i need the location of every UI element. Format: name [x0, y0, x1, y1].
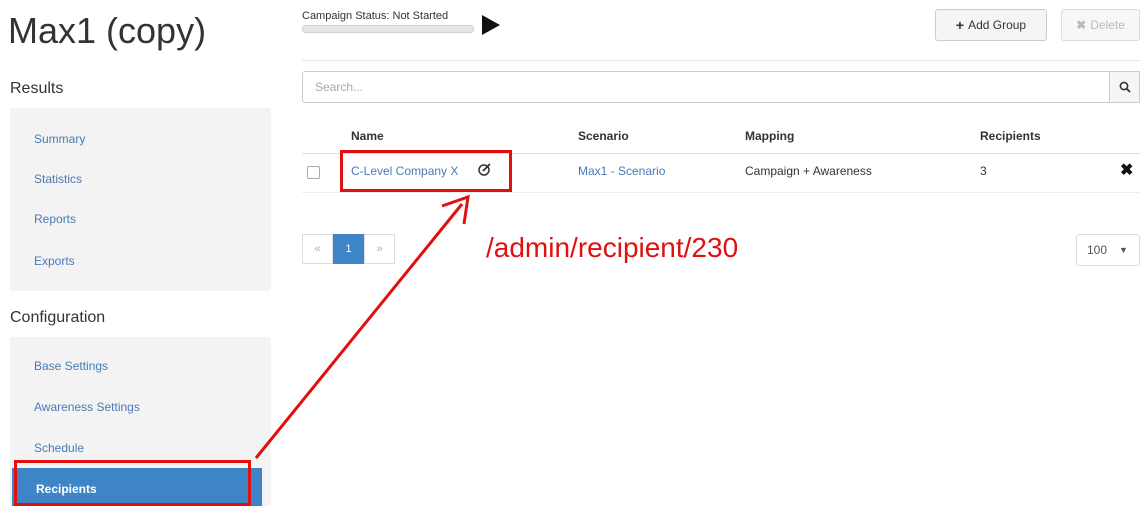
add-group-button[interactable]: + Add Group	[935, 9, 1047, 41]
close-icon: ✖	[1076, 18, 1087, 32]
sidebar-item-schedule[interactable]: Schedule	[34, 441, 84, 455]
per-page-value: 100	[1087, 243, 1108, 257]
campaign-status-label: Campaign Status:	[302, 10, 390, 22]
column-header-mapping[interactable]: Mapping	[745, 129, 794, 143]
sidebar-item-statistics[interactable]: Statistics	[34, 172, 82, 186]
scenario-link[interactable]: Max1 - Scenario	[578, 164, 665, 178]
per-page-select[interactable]: 100 ▼	[1076, 234, 1140, 266]
add-group-label: Add Group	[968, 18, 1027, 32]
campaign-progress-bar	[302, 25, 474, 33]
annotation-url: /admin/recipient/230	[486, 232, 739, 263]
close-icon[interactable]: ✖	[1120, 160, 1133, 180]
caret-down-icon: ▼	[1119, 245, 1128, 255]
search-box	[302, 71, 1110, 103]
page-title: Max1 (copy)	[8, 10, 207, 51]
column-header-name[interactable]: Name	[351, 129, 384, 143]
search-input[interactable]	[313, 72, 1097, 102]
highlight-box-group-name	[340, 150, 512, 192]
delete-label: Delete	[1090, 18, 1125, 32]
sidebar-item-summary[interactable]: Summary	[34, 132, 85, 146]
sidebar-item-awareness-settings[interactable]: Awareness Settings	[34, 400, 140, 414]
search-icon	[1119, 81, 1131, 93]
sidebar-item-base-settings[interactable]: Base Settings	[34, 359, 108, 373]
campaign-status-text: Campaign Status: Not Started	[302, 10, 474, 22]
plus-icon: +	[955, 17, 965, 33]
column-header-recipients[interactable]: Recipients	[980, 129, 1041, 143]
results-heading: Results	[10, 80, 64, 97]
mapping-cell: Campaign + Awareness	[745, 164, 872, 178]
table-row-divider	[302, 192, 1140, 193]
results-nav: Summary Statistics Reports Exports	[10, 108, 271, 291]
search-button[interactable]	[1109, 71, 1140, 103]
pagination: « 1 »	[302, 234, 395, 264]
campaign-status-value: Not Started	[392, 10, 449, 22]
pagination-prev[interactable]: «	[302, 234, 333, 264]
sidebar-item-reports[interactable]: Reports	[34, 212, 76, 226]
delete-button[interactable]: ✖ Delete	[1061, 9, 1140, 41]
sidebar-item-exports[interactable]: Exports	[34, 254, 75, 268]
recipients-count-cell: 3	[980, 164, 987, 178]
column-header-scenario[interactable]: Scenario	[578, 129, 629, 143]
configuration-heading: Configuration	[10, 309, 106, 326]
header-divider	[302, 60, 1140, 61]
play-icon[interactable]	[482, 15, 500, 35]
highlight-box-recipients	[14, 460, 251, 506]
pagination-page-1[interactable]: 1	[333, 234, 364, 264]
pagination-next[interactable]: »	[364, 234, 395, 264]
row-checkbox[interactable]	[307, 166, 320, 179]
campaign-status: Campaign Status: Not Started	[302, 10, 474, 33]
